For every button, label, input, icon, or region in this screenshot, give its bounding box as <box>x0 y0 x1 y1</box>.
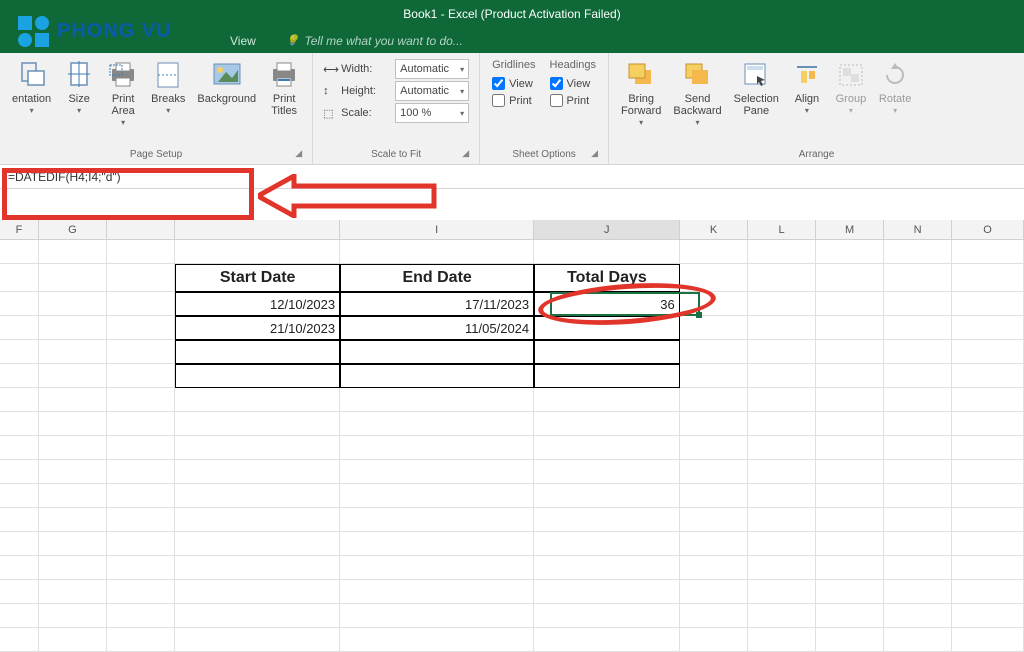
group-button: Group <box>829 57 873 149</box>
size-button[interactable]: Size <box>57 57 101 149</box>
group-icon <box>835 59 867 91</box>
headings-view-checkbox[interactable]: View <box>550 77 596 90</box>
gridlines-heading: Gridlines <box>492 59 535 71</box>
formula-input[interactable]: =DATEDIF(H4;I4;"d") <box>0 168 1024 186</box>
dialog-launcher-icon[interactable]: ◢ <box>295 148 302 159</box>
logo-text: PHONG VU <box>57 20 172 43</box>
selection-pane-button[interactable]: Selection Pane <box>728 57 785 149</box>
sheet-options-label: Sheet Options◢ <box>486 149 602 162</box>
print-area-button[interactable]: Print Area <box>101 57 145 149</box>
cell-total-2[interactable] <box>534 316 680 340</box>
header-total-days[interactable]: Total Days <box>534 264 680 292</box>
cell-end-1[interactable]: 17/11/2023 <box>340 292 534 316</box>
breaks-icon <box>152 59 184 91</box>
headings-heading: Headings <box>550 59 596 71</box>
column-headers: F G I J K L M N O <box>0 220 1024 240</box>
cell-start-1[interactable]: 12/10/2023 <box>175 292 340 316</box>
tab-view[interactable]: View <box>230 34 256 48</box>
gridlines-view-checkbox[interactable]: View <box>492 77 535 90</box>
col-header-N[interactable]: N <box>884 220 952 239</box>
window-title: Book1 - Excel (Product Activation Failed… <box>403 7 620 21</box>
background-icon <box>211 59 243 91</box>
rotate-button: Rotate <box>873 57 917 149</box>
col-header-H[interactable] <box>175 220 340 239</box>
height-label: Height: <box>341 85 391 97</box>
align-icon <box>791 59 823 91</box>
tell-me-search[interactable]: Tell me what you want to do... <box>286 34 463 48</box>
formula-bar[interactable]: =DATEDIF(H4;I4;"d") <box>0 165 1024 189</box>
page-setup-label: Page Setup◢ <box>6 149 306 162</box>
gridlines-print-checkbox[interactable]: Print <box>492 94 535 107</box>
width-dropdown[interactable]: Automatic <box>395 59 469 79</box>
logo-icon <box>18 16 49 47</box>
arrange-label: Arrange <box>615 149 1018 162</box>
col-header-J[interactable]: J <box>534 220 680 239</box>
bring-forward-button[interactable]: Bring Forward <box>615 57 667 149</box>
group-page-setup: entation Size Print Area Breaks Backgrou… <box>0 53 313 164</box>
print-titles-button[interactable]: Print Titles <box>262 57 306 149</box>
cell-total-1[interactable]: 36 <box>534 292 680 316</box>
height-dropdown[interactable]: Automatic <box>395 81 469 101</box>
cell-start-2[interactable]: 21/10/2023 <box>175 316 340 340</box>
fill-handle[interactable] <box>696 312 702 318</box>
watermark-logo: PHONG VU <box>18 16 172 47</box>
col-header-F[interactable]: F <box>0 220 39 239</box>
bring-forward-icon <box>625 59 657 91</box>
send-backward-button[interactable]: Send Backward <box>667 57 727 149</box>
col-header-G[interactable]: G <box>39 220 107 239</box>
spreadsheet-grid[interactable]: Start Date End Date Total Days 12/10/202… <box>0 240 1024 652</box>
col-header-K[interactable]: K <box>680 220 748 239</box>
group-arrange: Bring Forward Send Backward Selection Pa… <box>609 53 1024 164</box>
dialog-launcher-icon[interactable]: ◢ <box>591 148 598 159</box>
header-end-date[interactable]: End Date <box>340 264 534 292</box>
rotate-icon <box>879 59 911 91</box>
col-header-L[interactable]: L <box>748 220 816 239</box>
orientation-button[interactable]: entation <box>6 57 57 149</box>
col-header-I[interactable]: I <box>340 220 534 239</box>
scale-label: Scale: <box>341 107 391 119</box>
width-label: Width: <box>341 63 391 75</box>
header-start-date[interactable]: Start Date <box>175 264 340 292</box>
col-header-M[interactable]: M <box>816 220 884 239</box>
background-button[interactable]: Background <box>191 57 262 149</box>
size-icon <box>63 59 95 91</box>
orientation-icon <box>16 59 48 91</box>
group-scale-to-fit: ⟷Width:Automatic ↕Height:Automatic ⬚Scal… <box>313 53 480 164</box>
selection-pane-icon <box>740 59 772 91</box>
align-button[interactable]: Align <box>785 57 829 149</box>
ribbon: entation Size Print Area Breaks Backgrou… <box>0 53 1024 165</box>
cell-end-2[interactable]: 11/05/2024 <box>340 316 534 340</box>
scale-to-fit-label: Scale to Fit◢ <box>319 149 473 162</box>
scale-spinner[interactable]: 100 % <box>395 103 469 123</box>
headings-print-checkbox[interactable]: Print <box>550 94 596 107</box>
group-sheet-options: Gridlines View Print Headings View Print… <box>480 53 609 164</box>
print-area-icon <box>107 59 139 91</box>
print-titles-icon <box>268 59 300 91</box>
breaks-button[interactable]: Breaks <box>145 57 191 149</box>
col-header-truncated[interactable] <box>107 220 175 239</box>
send-backward-icon <box>682 59 714 91</box>
col-header-O[interactable]: O <box>952 220 1024 239</box>
dialog-launcher-icon[interactable]: ◢ <box>462 148 469 159</box>
